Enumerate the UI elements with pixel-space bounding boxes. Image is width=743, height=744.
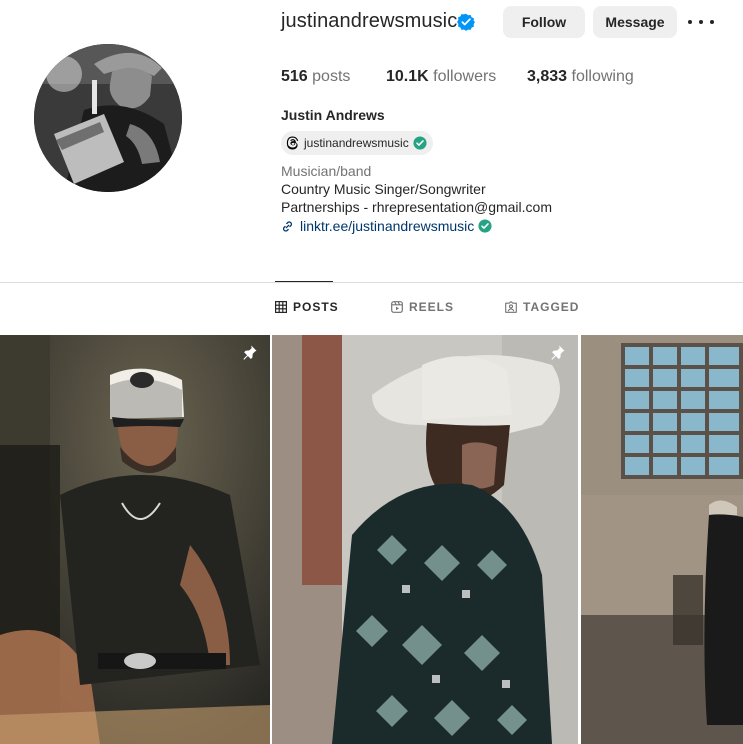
post-thumbnail[interactable] (581, 335, 743, 744)
threads-handle: justinandrewsmusic (304, 136, 409, 150)
following-count-label: following (571, 68, 634, 85)
grid-icon (275, 301, 287, 313)
more-options-icon[interactable] (688, 10, 714, 34)
tab-posts[interactable]: POSTS (275, 300, 339, 314)
tab-tagged[interactable]: TAGGED (505, 300, 579, 314)
profile-link[interactable]: linktr.ee/justinandrewsmusic (281, 218, 492, 234)
followers-count-value: 10.1K (386, 68, 429, 85)
more-dot (710, 20, 714, 24)
more-dot (699, 20, 703, 24)
bio-line: Partnerships - rhrepresentation@gmail.co… (281, 199, 552, 215)
pinned-icon (551, 345, 565, 360)
tab-posts-label: POSTS (293, 300, 339, 314)
profile-avatar[interactable] (34, 44, 182, 192)
profile-username: justinandrewsmusic (281, 10, 458, 32)
follow-button[interactable]: Follow (503, 6, 585, 38)
pinned-icon (243, 345, 257, 360)
tab-reels-label: REELS (409, 300, 455, 314)
tab-reels[interactable]: REELS (391, 300, 454, 314)
post-thumbnail[interactable] (272, 335, 578, 744)
followers-link[interactable]: 10.1K followers (386, 68, 496, 86)
more-dot (688, 20, 692, 24)
verified-badge-icon (457, 13, 475, 31)
profile-link-text: linktr.ee/justinandrewsmusic (300, 218, 475, 234)
post-image (272, 335, 578, 744)
posts-count-value: 516 (281, 68, 308, 85)
threads-verified-icon (413, 136, 427, 150)
posts-count: 516 posts (281, 68, 350, 86)
post-image (0, 335, 270, 744)
link-verified-icon (478, 219, 492, 233)
bio-line: Country Music Singer/Songwriter (281, 181, 486, 197)
tagged-icon (505, 301, 517, 313)
tabs-divider (0, 282, 743, 283)
followers-count-label: followers (433, 68, 497, 85)
threads-icon (286, 136, 299, 150)
link-icon (282, 220, 293, 232)
post-thumbnail[interactable] (0, 335, 270, 744)
message-button[interactable]: Message (593, 6, 677, 38)
posts-count-label: posts (312, 68, 351, 85)
tab-tagged-label: TAGGED (523, 300, 580, 314)
reels-icon (391, 301, 403, 313)
active-tab-indicator (275, 281, 333, 282)
following-link[interactable]: 3,833 following (527, 68, 634, 86)
post-image (581, 335, 743, 744)
profile-full-name: Justin Andrews (281, 107, 385, 123)
following-count-value: 3,833 (527, 68, 568, 85)
threads-badge[interactable]: justinandrewsmusic (281, 131, 433, 155)
profile-category: Musician/band (281, 163, 372, 179)
